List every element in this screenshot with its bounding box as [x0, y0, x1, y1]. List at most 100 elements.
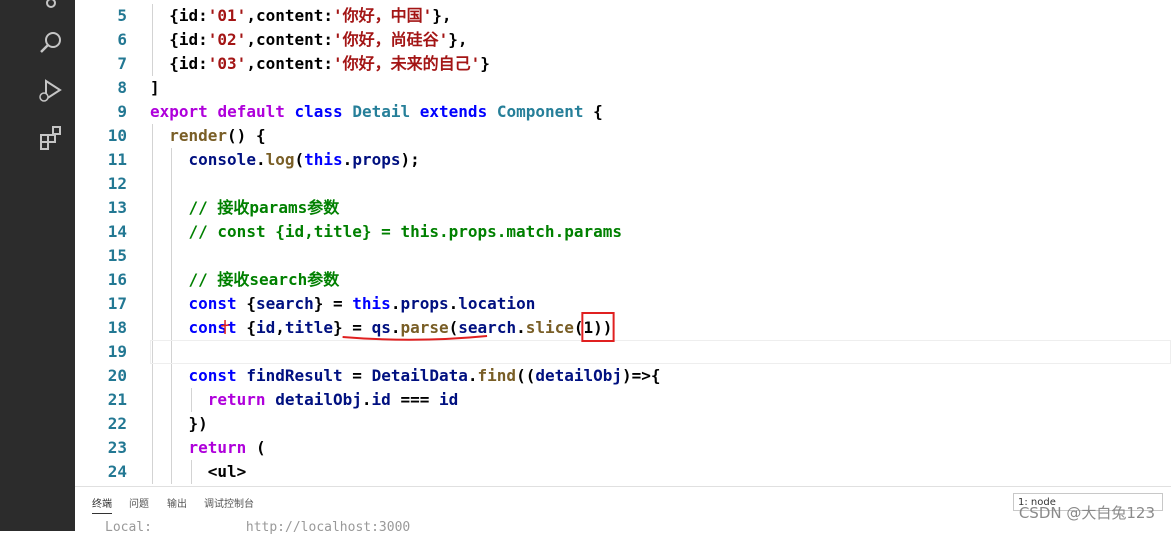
line-number: 21	[107, 390, 127, 409]
code-token: detailObj	[275, 390, 362, 409]
line-number: 5	[117, 6, 127, 25]
code-token: (	[246, 438, 266, 457]
code-line[interactable]: 8]	[75, 76, 1171, 100]
code-text: return (	[189, 436, 266, 460]
code-token: '01'	[207, 6, 247, 25]
code-line[interactable]: 10 render() {	[75, 124, 1171, 148]
code-token: location	[458, 294, 536, 313]
code-token: .	[361, 390, 372, 409]
extensions-icon[interactable]	[38, 125, 64, 151]
code-token: '你好，中国'	[333, 6, 433, 25]
line-number: 13	[107, 198, 127, 217]
indent-guide	[171, 388, 173, 412]
code-token: const	[188, 366, 237, 385]
code-line[interactable]: 19	[75, 340, 1171, 364]
search-icon[interactable]	[38, 30, 64, 56]
tab-debug-console[interactable]: 调试控制台	[204, 495, 254, 510]
code-text: const {id,title} = qs.parse(search.slice…	[189, 316, 613, 340]
code-token: log	[265, 150, 295, 169]
line-number: 16	[107, 270, 127, 289]
code-text: // 接收params参数	[189, 196, 340, 220]
indent-guide	[152, 52, 153, 76]
code-line[interactable]: 5 {id:'01',content:'你好，中国'},	[75, 4, 1171, 28]
tab-output[interactable]: 输出	[167, 495, 187, 510]
code-line[interactable]: 14 // const {id,title} = this.props.match…	[75, 220, 1171, 244]
code-line[interactable]: 17 const {search} = this.props.location	[75, 292, 1171, 316]
code-token: '03'	[207, 54, 247, 73]
code-line[interactable]: 9 export default class Detail extends Com…	[75, 100, 1171, 124]
code-token: parse	[400, 318, 449, 337]
code-token: ((	[516, 366, 536, 385]
code-text: {id:'03',content:'你好，未来的自己'}	[169, 52, 490, 76]
code-token: {id:	[169, 30, 208, 49]
code-line[interactable]: 13 // 接收params参数	[75, 196, 1171, 220]
terminal-output: Local: http://localhost:3000	[105, 520, 411, 535]
line-number: 18	[107, 318, 127, 337]
code-line[interactable]: 12	[75, 172, 1171, 196]
indent-guide	[171, 220, 173, 244]
code-token: {	[583, 102, 603, 121]
code-token: )=>{	[622, 366, 661, 385]
code-line[interactable]: 11 console.log(this.props);	[75, 148, 1171, 172]
source-control-icon[interactable]	[38, 0, 64, 16]
indent-guide	[190, 460, 192, 484]
code-token: ,content:	[246, 30, 334, 49]
indent-guide	[171, 436, 173, 460]
indent-guide	[152, 148, 153, 172]
code-editor[interactable]: 5 {id:'01',content:'你好，中国'}, 6 {id:'02',con…	[75, 0, 1171, 486]
code-token: search	[255, 294, 314, 313]
code-token: '02'	[207, 30, 247, 49]
code-token: id	[438, 390, 459, 409]
code-token: // 接收search参数	[188, 270, 340, 289]
code-token: id	[255, 318, 276, 337]
line-number: 20	[107, 366, 127, 385]
code-token: qs	[371, 318, 391, 337]
code-line[interactable]: 22})	[75, 412, 1171, 436]
code-token: render	[169, 126, 228, 145]
code-text: export default class Detail extends Comp…	[150, 100, 603, 124]
code-line[interactable]: 18 const {id,title} = qs.parse(search.sli…	[75, 316, 1171, 340]
code-line[interactable]: 21 return detailObj.id === id	[75, 388, 1171, 412]
code-line[interactable]: 6 {id:'02',content:'你好，尚硅谷'},	[75, 28, 1171, 52]
indent-guide	[152, 268, 153, 292]
code-token: DetailData	[371, 366, 468, 385]
code-token: (1))	[573, 318, 613, 337]
code-token: (	[294, 150, 305, 169]
indent-guide	[152, 124, 153, 148]
tab-terminal[interactable]: 终端	[92, 495, 112, 514]
code-token: default	[217, 102, 285, 121]
code-line[interactable]: 20 const findResult = DetailData.find((de…	[75, 364, 1171, 388]
code-token: .	[390, 294, 401, 313]
indent-guide	[171, 412, 173, 436]
code-token: ,content:	[246, 54, 334, 73]
code-text: // const {id,title} = this.props.match.p…	[189, 220, 622, 244]
code-token: .	[342, 150, 353, 169]
code-line[interactable]: 24 <ul>	[75, 460, 1171, 484]
indent-guide	[152, 28, 153, 52]
code-token: '你好，未来的自己'	[333, 54, 481, 73]
code-line[interactable]: 16 // 接收search参数	[75, 268, 1171, 292]
code-token: ===	[390, 390, 439, 409]
indent-guide	[152, 172, 153, 196]
code-token: );	[400, 150, 420, 169]
code-line[interactable]: 7 {id:'03',content:'你好，未来的自己'}	[75, 52, 1171, 76]
code-text: ]	[150, 76, 160, 100]
code-line[interactable]: 23 return (	[75, 436, 1171, 460]
code-token: () {	[227, 126, 266, 145]
code-text: <ul>	[208, 460, 247, 484]
code-token: } =	[313, 294, 353, 313]
indent-guide	[171, 244, 173, 268]
code-text: const findResult = DetailData.find((deta…	[189, 364, 661, 388]
code-token: detailObj	[535, 366, 623, 385]
run-debug-icon[interactable]	[38, 78, 64, 104]
code-line[interactable]: 15	[75, 244, 1171, 268]
indent-guide	[171, 172, 173, 196]
line-number: 24	[107, 462, 127, 481]
code-text: })	[189, 412, 208, 436]
line-number: 12	[107, 174, 127, 193]
tab-problems[interactable]: 问题	[129, 495, 149, 510]
